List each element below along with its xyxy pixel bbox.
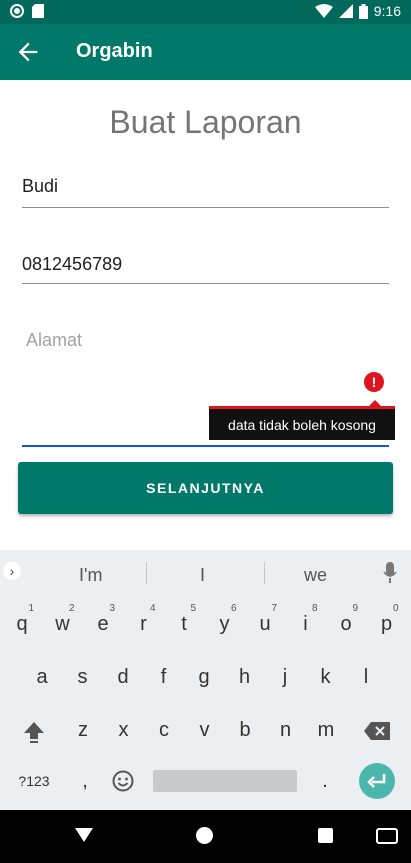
suggestion-1[interactable]: I'm [79, 565, 102, 586]
key-d[interactable]: d [103, 651, 143, 703]
app-title: Orgabin [76, 40, 153, 62]
key-a[interactable]: a [22, 651, 62, 703]
navigation-bar [0, 810, 411, 863]
key-m[interactable]: m [306, 704, 346, 756]
nav-recents-icon[interactable] [318, 828, 333, 843]
suggestion-divider [264, 562, 265, 584]
key-label: q [16, 613, 28, 635]
key-i[interactable]: i8 [286, 598, 326, 650]
key-number-hint: 2 [68, 603, 75, 614]
key-h[interactable]: h [225, 651, 265, 703]
wifi-icon [314, 4, 333, 18]
status-right: 9:16 [314, 3, 401, 19]
address-field[interactable]: Alamat [26, 330, 82, 351]
key-q[interactable]: q1 [2, 598, 42, 650]
signal-icon [338, 4, 353, 18]
key-label: w [55, 613, 70, 635]
key-c[interactable]: c [144, 704, 184, 756]
key-number-hint: 7 [271, 603, 277, 614]
key-e[interactable]: e3 [83, 598, 123, 650]
key-label: t [181, 613, 187, 635]
mic-icon[interactable] [383, 562, 397, 584]
next-button[interactable]: SELANJUTNYA [18, 462, 393, 514]
phone-field-value: 0812456789 [22, 254, 123, 274]
key-number-hint: 3 [109, 603, 115, 614]
key-w[interactable]: w2 [43, 598, 83, 650]
error-tooltip: data tidak boleh kosong [209, 406, 395, 440]
key-z[interactable]: z [63, 704, 103, 756]
address-field-underline [22, 445, 389, 447]
key-n[interactable]: n [266, 704, 306, 756]
key-x[interactable]: x [104, 704, 144, 756]
status-time: 9:16 [373, 3, 401, 19]
name-field-underline [22, 207, 389, 208]
battery-icon [358, 3, 368, 19]
symbols-key[interactable]: ?123 [10, 755, 58, 807]
key-number-hint: 6 [230, 603, 237, 614]
key-v[interactable]: v [185, 704, 225, 756]
status-left [10, 4, 44, 18]
key-k[interactable]: k [306, 651, 346, 703]
name-field[interactable]: Budi [22, 176, 389, 208]
key-number-hint: 5 [190, 603, 196, 614]
key-b[interactable]: b [225, 704, 265, 756]
enter-icon [367, 774, 386, 788]
comma-key[interactable]: , [70, 755, 100, 807]
key-t[interactable]: t5 [164, 598, 204, 650]
key-row-2: asdfghjkl [0, 651, 411, 703]
circle-icon [10, 4, 24, 18]
suggestion-3[interactable]: we [304, 565, 327, 586]
error-icon: ! [364, 372, 384, 392]
enter-key[interactable] [359, 763, 395, 799]
key-label: r [140, 613, 147, 635]
key-label: p [380, 613, 393, 635]
arrow-back-icon[interactable] [14, 38, 42, 66]
key-p[interactable]: p0 [367, 598, 407, 650]
soft-keyboard: › I'm I we q1w2e3r4t5y6u7i8o9p0 asdfghjk… [0, 550, 411, 810]
key-label: o [340, 613, 352, 635]
suggestion-strip: › I'm I we [0, 550, 411, 595]
form-content: Buat Laporan Budi 0812456789 Alamat ! da… [0, 80, 411, 550]
key-o[interactable]: o9 [326, 598, 366, 650]
keyboard-switch-icon[interactable] [376, 828, 398, 844]
phone-field-underline [22, 283, 389, 284]
key-j[interactable]: j [265, 651, 305, 703]
app-bar: Orgabin [0, 24, 411, 80]
key-u[interactable]: u7 [245, 598, 285, 650]
key-number-hint: 9 [352, 603, 358, 614]
emoji-icon[interactable] [112, 770, 134, 792]
period-key[interactable]: . [310, 755, 340, 807]
key-row-1: q1w2e3r4t5y6u7i8o9p0 [0, 598, 411, 650]
status-bar: 9:16 [0, 0, 411, 24]
backspace-icon[interactable] [364, 722, 390, 740]
space-key[interactable] [153, 770, 297, 792]
key-row-3: zxcvbnm [0, 704, 411, 756]
key-g[interactable]: g [184, 651, 224, 703]
phone-field[interactable]: 0812456789 [22, 254, 389, 284]
key-label: e [97, 613, 109, 635]
key-l[interactable]: l [346, 651, 386, 703]
key-s[interactable]: s [63, 651, 103, 703]
key-y[interactable]: y6 [205, 598, 245, 650]
suggestion-divider [146, 562, 147, 584]
key-number-hint: 1 [28, 603, 34, 614]
key-label: i [303, 613, 308, 635]
page-title: Buat Laporan [109, 104, 302, 140]
suggestion-2[interactable]: I [200, 565, 205, 586]
key-number-hint: 8 [311, 603, 318, 614]
nav-back-icon[interactable] [75, 828, 93, 842]
key-number-hint: 0 [392, 603, 399, 614]
key-label: y [219, 613, 230, 635]
key-label: u [259, 613, 271, 635]
key-r[interactable]: r4 [124, 598, 164, 650]
nav-home-icon[interactable] [196, 827, 213, 844]
key-number-hint: 4 [149, 603, 156, 614]
key-f[interactable]: f [144, 651, 184, 703]
key-row-4: ?123 , . [0, 755, 411, 807]
shift-icon[interactable] [22, 720, 46, 744]
chevron-right-icon[interactable]: › [3, 562, 21, 580]
sd-card-icon [32, 4, 44, 18]
name-field-value: Budi [22, 176, 59, 196]
